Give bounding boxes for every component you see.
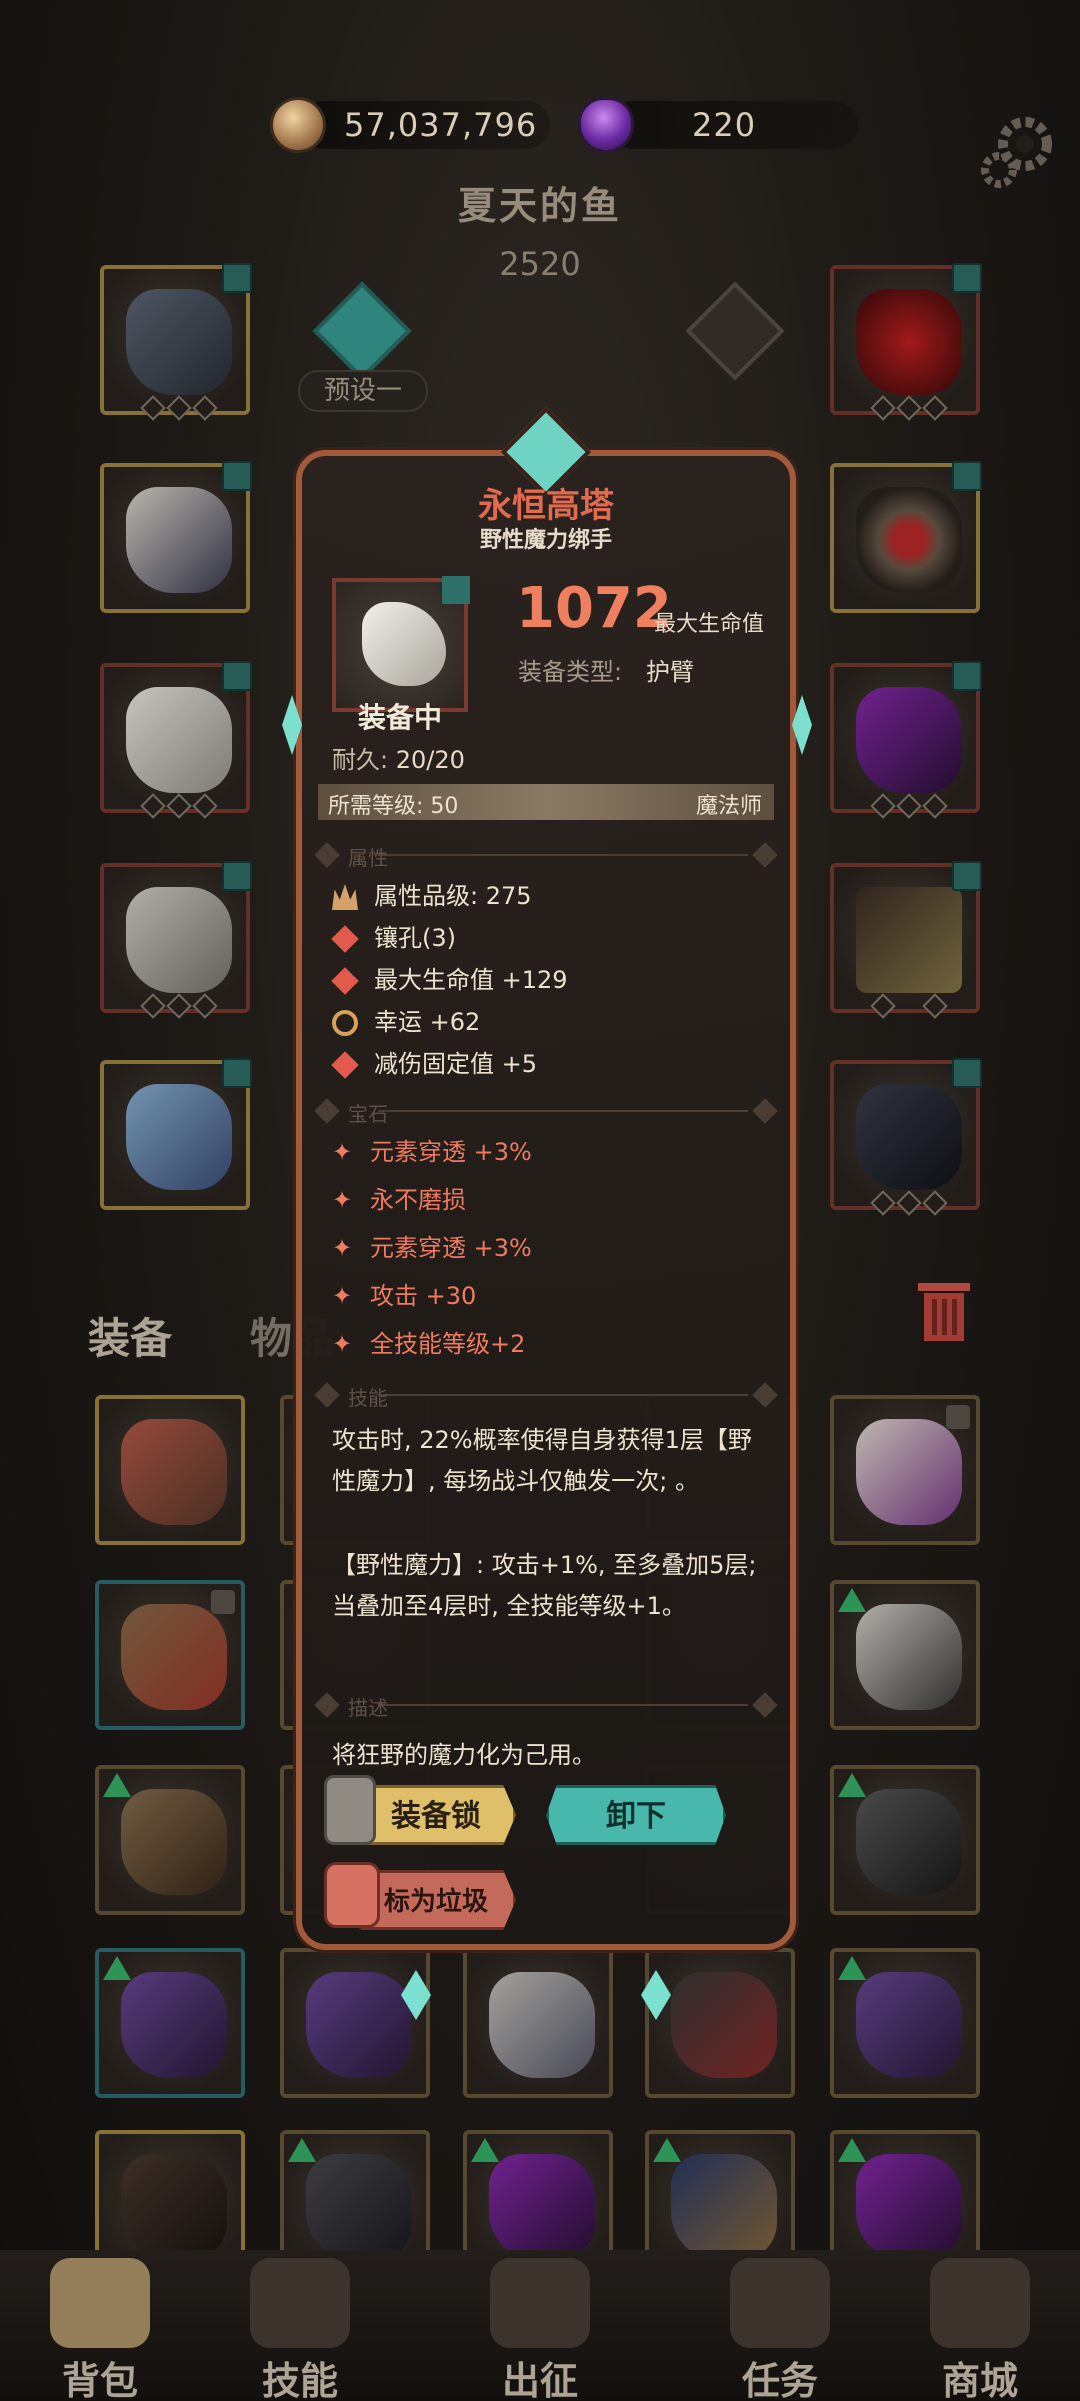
crown-icon (332, 884, 358, 910)
skill-text: 攻击时, 22%概率使得自身获得1层【野性魔力】, 每场战斗仅触发一次; 。 (332, 1426, 752, 1495)
section-header: 属性 (314, 840, 778, 870)
star-icon: ✦ (332, 1186, 353, 1214)
attribute-row: 镶孔(3) (331, 918, 456, 953)
junk-icon[interactable] (324, 1862, 380, 1928)
lock-equipment-button[interactable]: 装备锁 (356, 1785, 516, 1845)
gem-row: ✦ 攻击 +30 (332, 1282, 477, 1310)
stat-diamond-icon (331, 967, 359, 995)
attribute-row: 属性品级: 275 (332, 876, 532, 911)
star-icon: ✦ (332, 1282, 353, 1310)
item-description: 将狂野的魔力化为己用。 (332, 1741, 596, 1769)
durability: 耐久: 20/20 (332, 746, 465, 774)
requirement-bar: 所需等级: 50 魔法师 (318, 784, 774, 820)
star-icon: ✦ (332, 1330, 353, 1358)
item-title: 永恒高塔 (478, 486, 614, 526)
attribute-row: 幸运 +62 (332, 1002, 480, 1037)
skill-text: 【野性魔力】: 攻击+1%, 至多叠加5层; 当叠加至4层时, 全技能等级+1。 (332, 1551, 757, 1620)
item-icon-box (332, 576, 470, 712)
star-icon: ✦ (332, 1138, 353, 1166)
gauntlet-icon (362, 602, 446, 686)
luck-icon (332, 1010, 358, 1036)
section-header: 技能 (314, 1380, 778, 1410)
equipped-label: 装备中 (357, 701, 442, 734)
type-value: 护臂 (646, 658, 694, 686)
required-level: 所需等级: 50 (328, 794, 459, 819)
required-class: 魔法师 (695, 794, 762, 819)
gold-value: 57,037,796 (344, 106, 538, 144)
type-label: 装备类型: (518, 658, 623, 686)
mark-as-junk-button[interactable]: 标为垃圾 (356, 1870, 516, 1930)
section-header: 宝石 (314, 1096, 778, 1126)
attribute-row: 最大生命值 +129 (331, 960, 568, 995)
gem-row: ✦ 元素穿透 +3% (332, 1138, 532, 1166)
padlock-icon[interactable] (324, 1775, 376, 1845)
unequip-button[interactable]: 卸下 (546, 1785, 726, 1845)
section-header: 描述 (314, 1690, 778, 1720)
star-icon: ✦ (332, 1234, 353, 1262)
main-stat-unit: 最大生命值 (654, 612, 765, 637)
main-stat-value: 1072 (516, 576, 672, 641)
stat-diamond-icon (331, 1051, 359, 1079)
coin-icon (270, 97, 326, 153)
item-subtitle: 野性魔力绑手 (479, 528, 612, 553)
gem-row: ✦ 元素穿透 +3% (332, 1234, 532, 1262)
item-tooltip: 永恒高塔 野性魔力绑手 装备中 1072 最大生命值 装备类型: 护臂 耐久: … (282, 406, 812, 2020)
attribute-row: 减伤固定值 +5 (331, 1044, 537, 1079)
socket-icon (331, 925, 359, 953)
gem-value: 220 (692, 106, 757, 144)
gem-row: ✦ 永不磨损 (332, 1186, 466, 1214)
purple-crystal-icon (578, 97, 634, 153)
gem-row: ✦ 全技能等级+2 (332, 1330, 526, 1358)
